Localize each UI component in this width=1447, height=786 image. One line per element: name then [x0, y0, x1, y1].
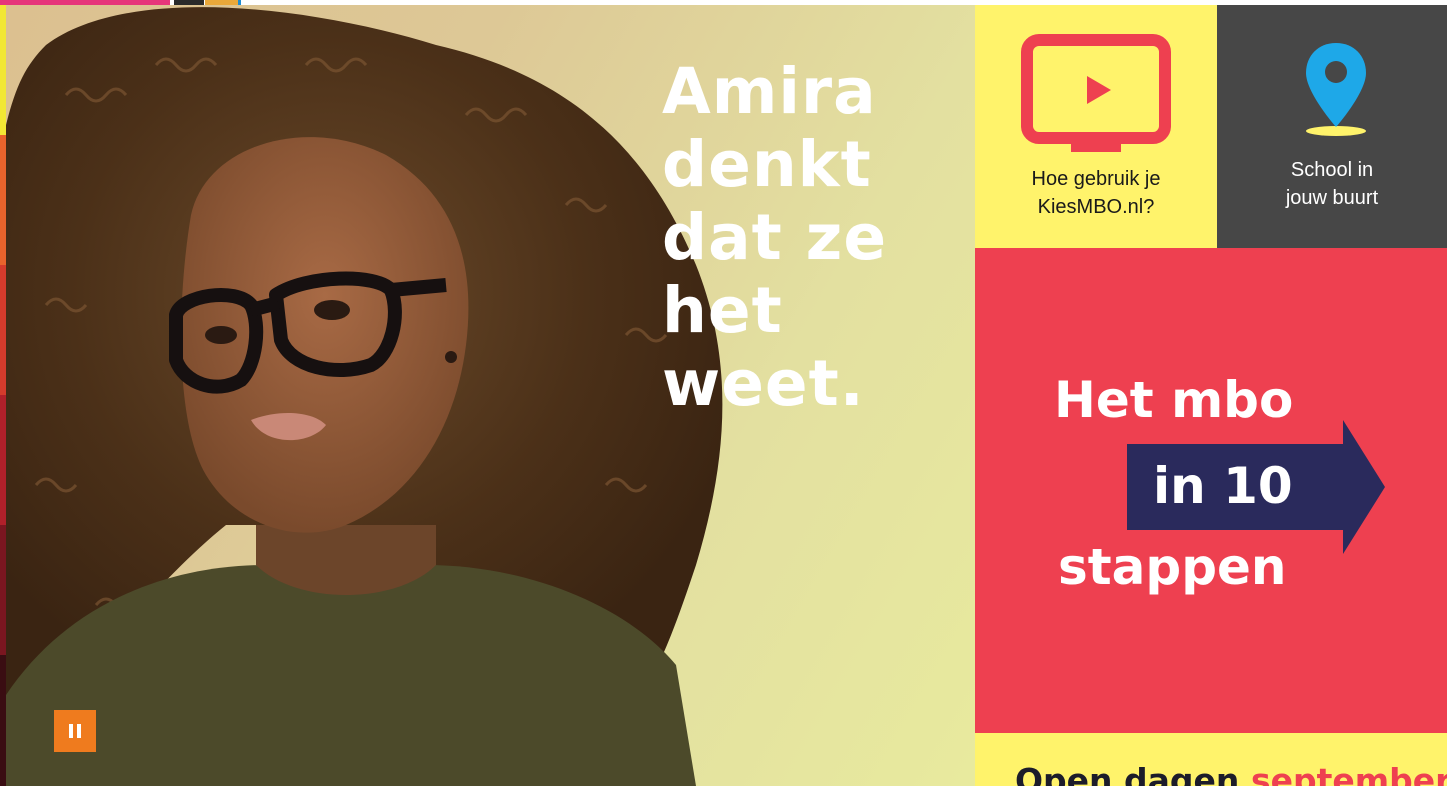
hero-headline: Amira denkt dat ze het weet. — [662, 55, 922, 420]
hero-headline-line: dat ze — [662, 201, 888, 274]
location-pin-icon — [1306, 43, 1366, 136]
tile-label-line: KiesMBO.nl? — [1037, 196, 1155, 218]
hero-headline-line: weet. — [662, 347, 865, 420]
open-days-month: september — [1250, 761, 1447, 786]
pause-icon — [77, 724, 81, 738]
open-days-heading: Open dagen september — [1015, 761, 1447, 786]
steps-title-line: Het mbo — [1054, 371, 1294, 429]
hero-slide: Amira denkt dat ze het weet. — [6, 5, 975, 786]
hero-headline-line: Amira — [662, 55, 877, 128]
steps-title-line: stappen — [1058, 538, 1287, 596]
hero-headline-line: denkt — [662, 128, 872, 201]
tile-label-line: School in — [1290, 159, 1374, 181]
pause-icon — [69, 724, 73, 738]
hero-headline-line: het — [662, 274, 783, 347]
tile-label-line: Hoe gebruik je — [1031, 168, 1161, 190]
tile-label-line: jouw buurt — [1285, 187, 1379, 209]
slideshow-pause-button[interactable] — [54, 710, 96, 752]
tile-school-nearby-label: School in jouw buurt — [1217, 156, 1447, 212]
tile-how-to-use-label: Hoe gebruik je KiesMBO.nl? — [975, 165, 1217, 221]
tile-open-days[interactable]: Open dagen september — [975, 733, 1447, 786]
tile-school-nearby[interactable]: School in jouw buurt — [1217, 5, 1447, 248]
tile-how-to-use[interactable]: Hoe gebruik je KiesMBO.nl? — [975, 5, 1217, 248]
video-screen-icon — [1021, 34, 1171, 152]
steps-title-line: in 10 — [1153, 457, 1293, 515]
open-days-label: Open dagen — [1015, 761, 1240, 786]
tile-mbo-in-10-steps[interactable]: Het mbo in 10 stappen — [975, 248, 1447, 733]
